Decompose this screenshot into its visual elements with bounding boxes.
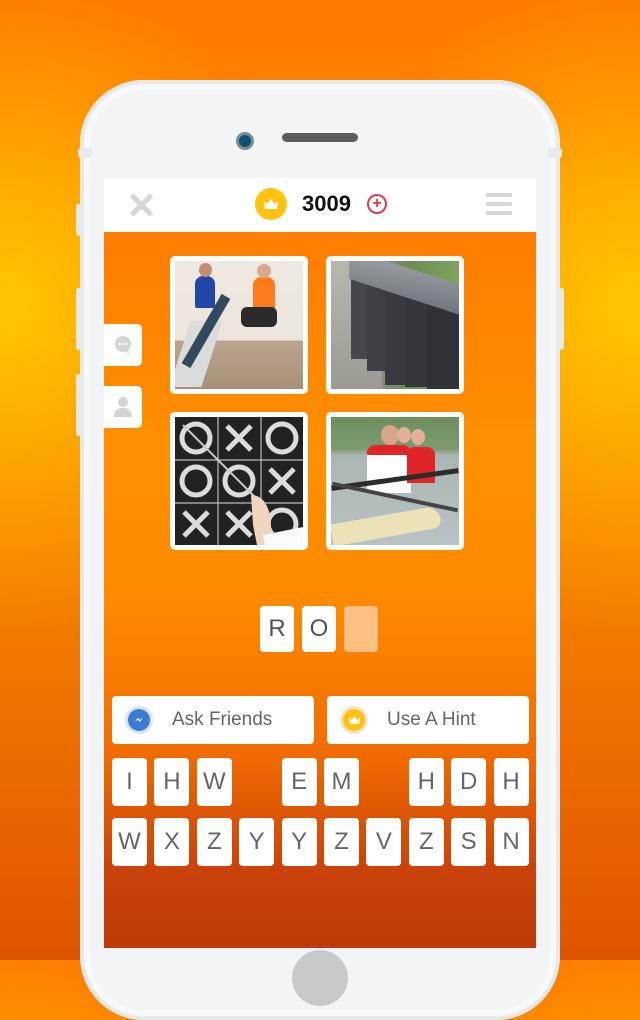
plus-circle-icon[interactable]: + [367, 194, 387, 214]
letter-key[interactable]: H [493, 758, 529, 806]
letter-key[interactable]: Z [408, 818, 444, 866]
letter-keys-row-2: WXZYYZVZSN [112, 818, 529, 868]
answer-slot-1[interactable]: R [260, 606, 294, 652]
puzzle-image-4[interactable] [326, 412, 464, 550]
use-hint-label: Use A Hint [387, 709, 476, 730]
letter-key[interactable]: S [451, 818, 487, 866]
puzzle-image-2[interactable] [326, 256, 464, 394]
front-camera [236, 132, 254, 150]
letter-key[interactable]: Y [239, 818, 275, 866]
puzzle-image-1[interactable] [170, 256, 308, 394]
letter-key[interactable]: D [451, 758, 487, 806]
chat-bubble-icon [115, 336, 131, 354]
letter-key[interactable]: W [196, 758, 232, 806]
letter-key[interactable]: E [281, 758, 317, 806]
top-bar: 3009 + [104, 178, 536, 232]
answer-slots: R O [260, 606, 378, 652]
letter-key[interactable]: Z [196, 818, 232, 866]
puzzle-image-grid [170, 256, 472, 558]
tic-tac-toe-photo [175, 417, 303, 545]
rowing-team-photo [331, 417, 459, 545]
frame-edge-right [548, 148, 562, 158]
letter-key[interactable]: M [324, 758, 359, 806]
rowing-machine-photo [175, 261, 303, 389]
home-button[interactable] [292, 950, 348, 1006]
power-button [559, 288, 564, 350]
answer-slot-3[interactable] [344, 606, 378, 652]
letter-key[interactable]: H [408, 758, 444, 806]
profile-tab[interactable] [104, 386, 142, 428]
ask-friends-label: Ask Friends [172, 709, 273, 730]
earpiece-speaker [282, 133, 358, 142]
game-screen: 3009 + R O Ask Friends Use A Hint I H W … [104, 178, 536, 948]
letter-key[interactable]: N [493, 818, 529, 866]
letter-key[interactable]: H [154, 758, 190, 806]
user-icon [114, 397, 132, 417]
puzzle-image-3[interactable] [170, 412, 308, 550]
volume-up-button [76, 288, 81, 350]
crown-coin-icon [343, 709, 365, 731]
chat-tab[interactable] [104, 324, 142, 366]
letter-key[interactable]: Z [324, 818, 359, 866]
letter-key[interactable]: X [154, 818, 190, 866]
letter-keys-row-1: IHWEMHDH [112, 758, 529, 808]
answer-slot-2[interactable]: O [302, 606, 336, 652]
messenger-icon [128, 709, 150, 731]
letter-key[interactable]: W [112, 818, 147, 866]
coin-count: 3009 [302, 191, 351, 216]
hamburger-menu-icon[interactable] [486, 193, 512, 215]
letter-key[interactable]: I [112, 758, 147, 806]
use-hint-button[interactable]: Use A Hint [327, 696, 529, 744]
letter-key[interactable]: V [366, 818, 402, 866]
crown-coin-icon [255, 188, 287, 220]
ask-friends-button[interactable]: Ask Friends [112, 696, 314, 744]
mute-switch [76, 204, 81, 236]
volume-down-button [76, 374, 81, 436]
frame-edge-left [78, 148, 92, 158]
trash-bins-photo [331, 261, 459, 389]
close-x-icon[interactable] [126, 190, 156, 220]
letter-key[interactable]: Y [281, 818, 317, 866]
